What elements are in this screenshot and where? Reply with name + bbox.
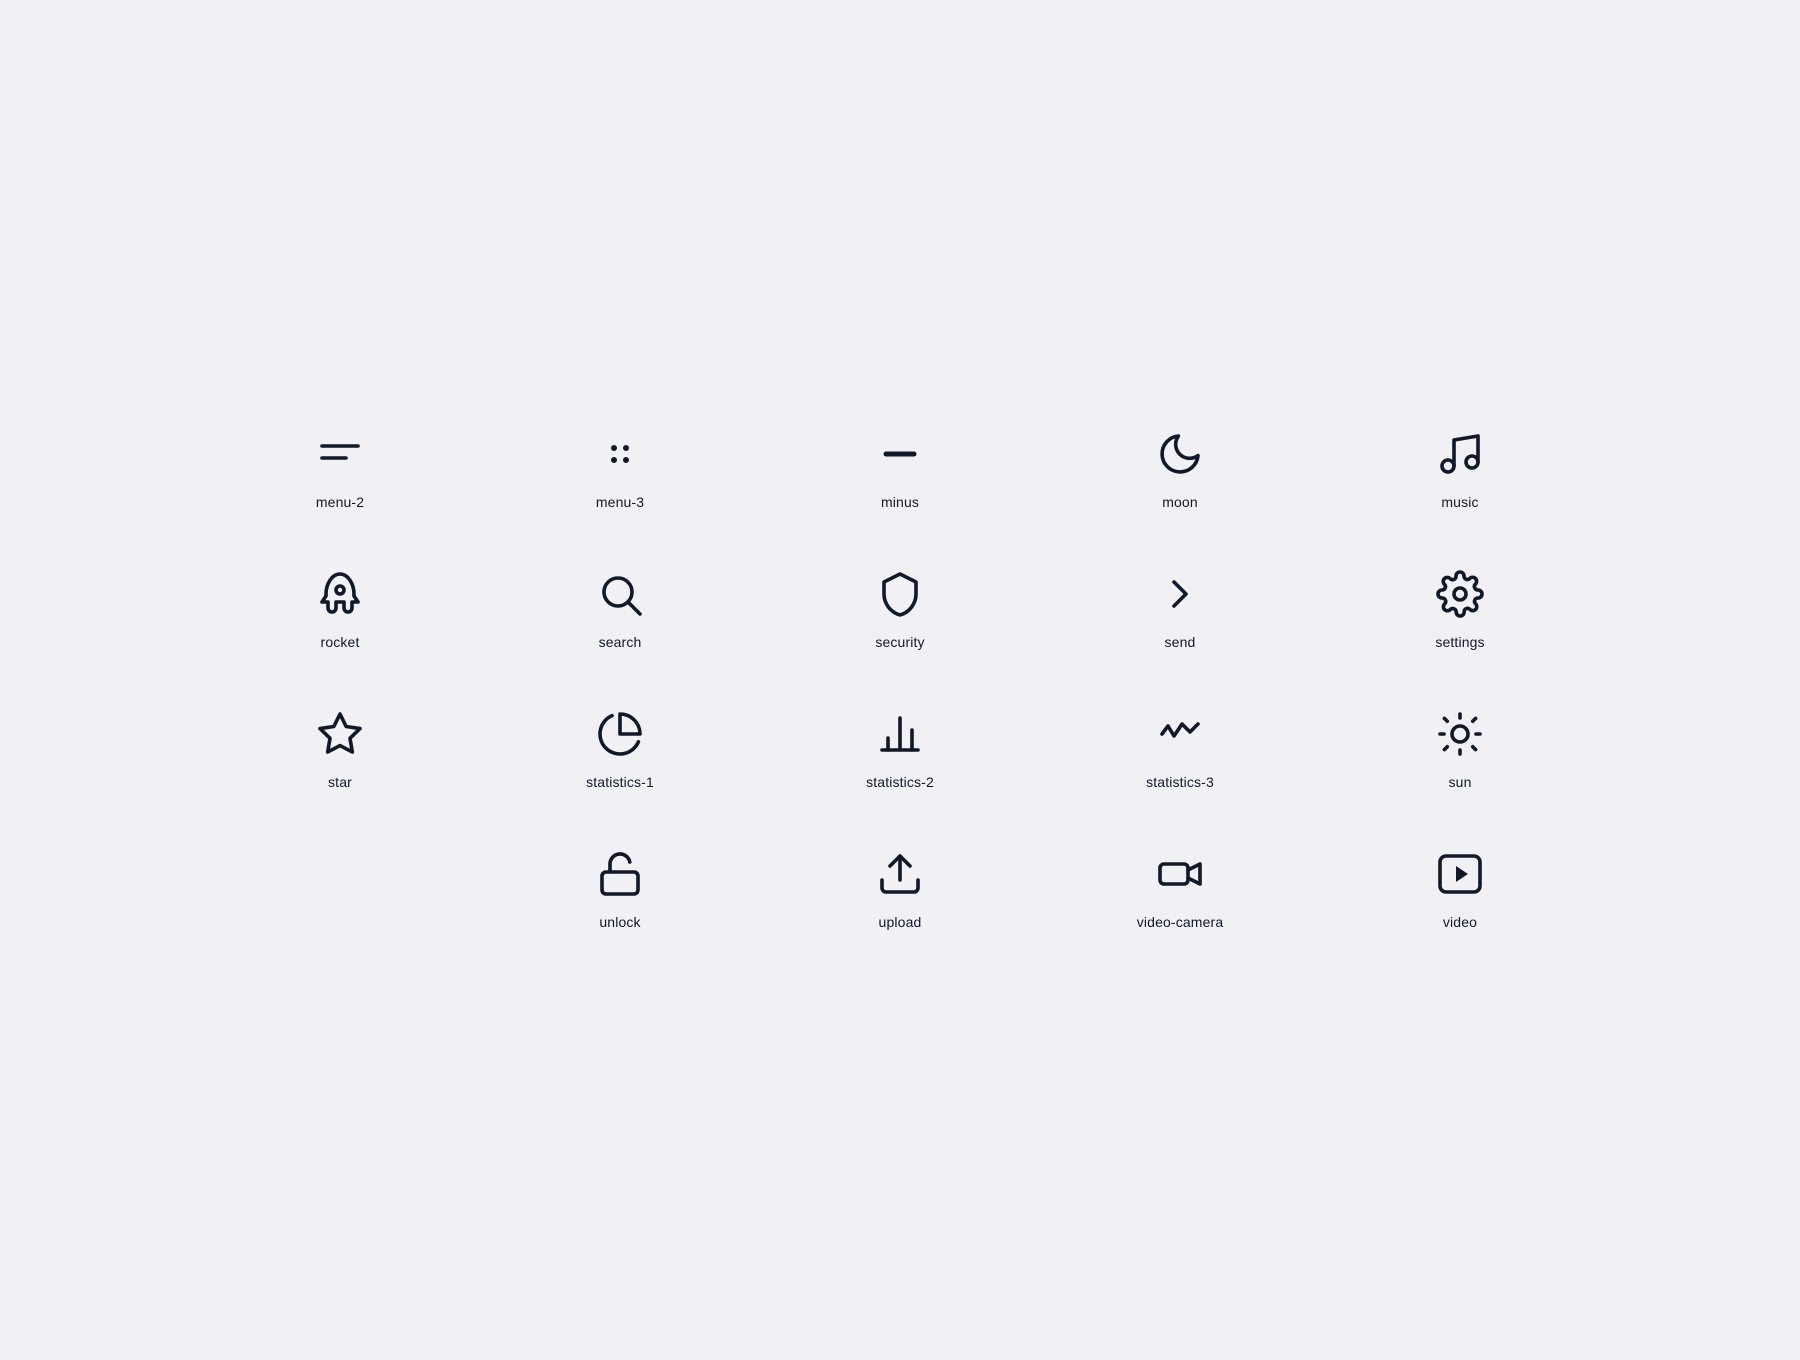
unlock-label: unlock <box>599 914 640 930</box>
security-label: security <box>875 634 924 650</box>
send-label: send <box>1165 634 1196 650</box>
security-icon <box>876 570 924 618</box>
star-icon <box>316 710 364 758</box>
search-label: search <box>599 634 642 650</box>
video-icon <box>1436 850 1484 898</box>
icon-cell-unlock[interactable]: unlock <box>520 850 720 930</box>
settings-icon <box>1436 570 1484 618</box>
settings-label: settings <box>1435 634 1484 650</box>
search-icon <box>596 570 644 618</box>
send-icon <box>1156 570 1204 618</box>
empty-placeholder <box>316 850 364 898</box>
icon-cell-search[interactable]: search <box>520 570 720 650</box>
icon-cell-statistics-3[interactable]: statistics-3 <box>1080 710 1280 790</box>
video-camera-icon <box>1156 850 1204 898</box>
rocket-label: rocket <box>321 634 360 650</box>
icon-cell-empty <box>240 850 440 930</box>
sun-icon <box>1436 710 1484 758</box>
icon-cell-menu-3[interactable]: menu-3 <box>520 430 720 510</box>
menu-2-label: menu-2 <box>316 494 364 510</box>
icon-cell-star[interactable]: star <box>240 710 440 790</box>
icon-cell-rocket[interactable]: rocket <box>240 570 440 650</box>
star-label: star <box>328 774 352 790</box>
icon-cell-menu-2[interactable]: menu-2 <box>240 430 440 510</box>
icon-cell-music[interactable]: music <box>1360 430 1560 510</box>
upload-label: upload <box>879 914 922 930</box>
unlock-icon <box>596 850 644 898</box>
icon-cell-statistics-1[interactable]: statistics-1 <box>520 710 720 790</box>
menu-3-icon <box>596 430 644 478</box>
icon-cell-sun[interactable]: sun <box>1360 710 1560 790</box>
video-camera-label: video-camera <box>1137 914 1224 930</box>
icon-cell-settings[interactable]: settings <box>1360 570 1560 650</box>
statistics-2-label: statistics-2 <box>866 774 934 790</box>
moon-label: moon <box>1162 494 1198 510</box>
icon-cell-video[interactable]: video <box>1360 850 1560 930</box>
icon-cell-video-camera[interactable]: video-camera <box>1080 850 1280 930</box>
icon-cell-security[interactable]: security <box>800 570 1000 650</box>
statistics-2-icon <box>876 710 924 758</box>
moon-icon <box>1156 430 1204 478</box>
icon-cell-statistics-2[interactable]: statistics-2 <box>800 710 1000 790</box>
icon-cell-minus[interactable]: minus <box>800 430 1000 510</box>
rocket-icon <box>316 570 364 618</box>
music-label: music <box>1441 494 1478 510</box>
minus-label: minus <box>881 494 919 510</box>
sun-label: sun <box>1449 774 1472 790</box>
icon-cell-send[interactable]: send <box>1080 570 1280 650</box>
icon-grid: menu-2 menu-3 minus moon <box>160 350 1640 1010</box>
music-icon <box>1436 430 1484 478</box>
menu-3-label: menu-3 <box>596 494 644 510</box>
statistics-1-icon <box>596 710 644 758</box>
statistics-3-label: statistics-3 <box>1146 774 1214 790</box>
minus-icon <box>876 430 924 478</box>
icon-cell-moon[interactable]: moon <box>1080 430 1280 510</box>
upload-icon <box>876 850 924 898</box>
statistics-3-icon <box>1156 710 1204 758</box>
menu-2-icon <box>316 430 364 478</box>
icon-cell-upload[interactable]: upload <box>800 850 1000 930</box>
statistics-1-label: statistics-1 <box>586 774 654 790</box>
video-label: video <box>1443 914 1477 930</box>
